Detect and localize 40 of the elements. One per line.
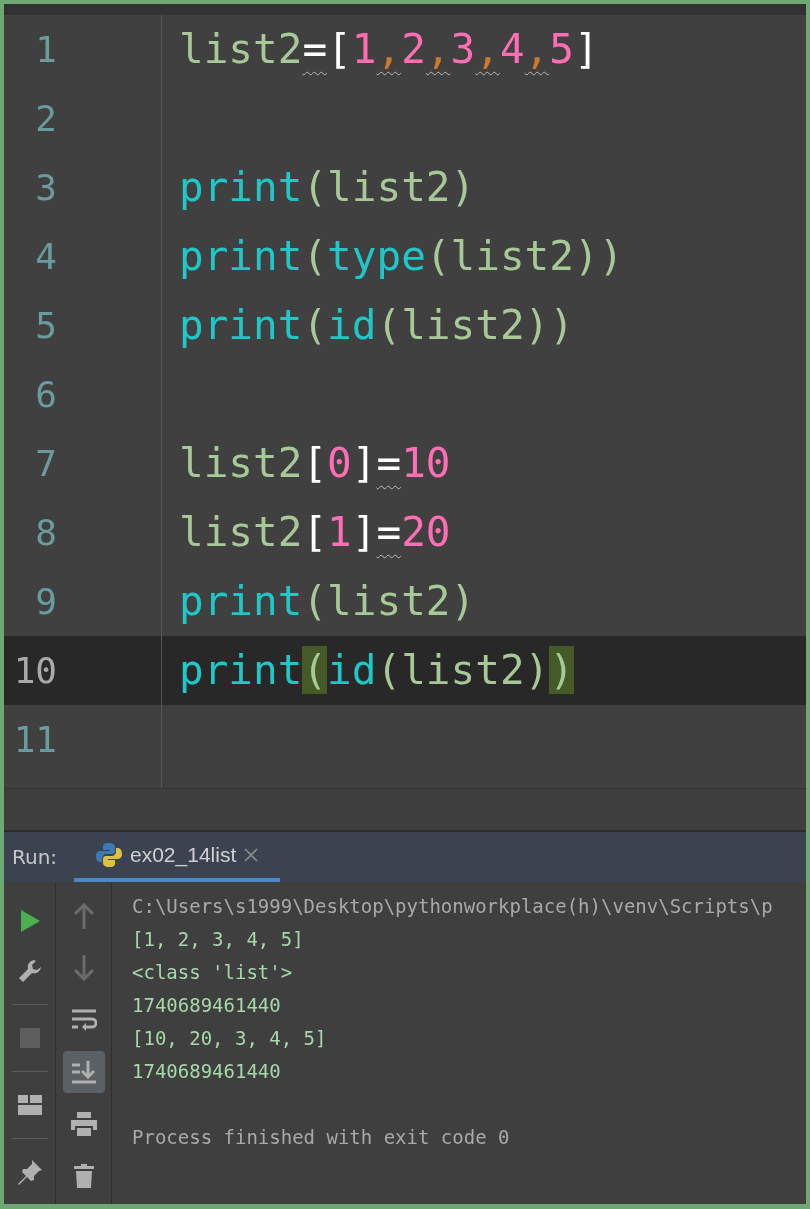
code-line: list2=[1,2,3,4,5]	[179, 24, 599, 75]
line-number: 7	[35, 443, 57, 484]
code-line: print(list2)	[179, 162, 476, 213]
console-line: <class 'list'>	[132, 960, 294, 985]
line-number: 9	[35, 581, 57, 622]
python-icon	[96, 842, 122, 868]
down-arrow-icon	[72, 955, 95, 981]
line-number: 2	[35, 98, 57, 139]
pin-icon	[16, 1159, 43, 1185]
code-line: list2[1]=20	[179, 507, 451, 558]
line-number: 3	[35, 167, 57, 208]
line-number: 8	[35, 512, 57, 553]
line-number: 11	[13, 719, 57, 760]
run-label: Run:	[11, 845, 59, 869]
code-line: print(list2)	[179, 576, 476, 627]
console-line: 1740689461440	[132, 993, 282, 1018]
line-number: 6	[35, 374, 57, 415]
stop-icon	[19, 1028, 40, 1048]
layout-icon	[17, 1095, 42, 1115]
code-line: print(type(list2))	[179, 231, 624, 282]
run-tab[interactable]: ex02_14list	[74, 832, 281, 882]
code-line: print(id(list2))	[179, 300, 574, 351]
printer-icon	[70, 1112, 97, 1136]
console-line: [10, 20, 3, 4, 5]	[132, 1026, 328, 1051]
soft-wrap-icon	[70, 1008, 97, 1032]
console-line: 1740689461440	[132, 1059, 282, 1084]
line-number: 4	[35, 236, 57, 277]
run-icon	[18, 909, 41, 933]
up-arrow-icon	[72, 903, 95, 929]
trash-icon	[73, 1164, 94, 1188]
close-icon[interactable]	[244, 848, 259, 862]
console-line: [1, 2, 3, 4, 5]	[132, 927, 305, 952]
console-line: Process finished with exit code 0	[132, 1125, 511, 1150]
scroll-to-end-icon	[70, 1060, 97, 1084]
line-number: 1	[35, 29, 57, 70]
line-number: 10	[13, 650, 57, 691]
code-line: print(id(list2))	[179, 645, 574, 696]
line-number: 5	[35, 305, 57, 346]
console-line: C:\Users\s1999\Desktop\pythonworkplace(h)\venv\Scripts\p	[132, 894, 773, 919]
code-line: list2[0]=10	[179, 438, 451, 489]
